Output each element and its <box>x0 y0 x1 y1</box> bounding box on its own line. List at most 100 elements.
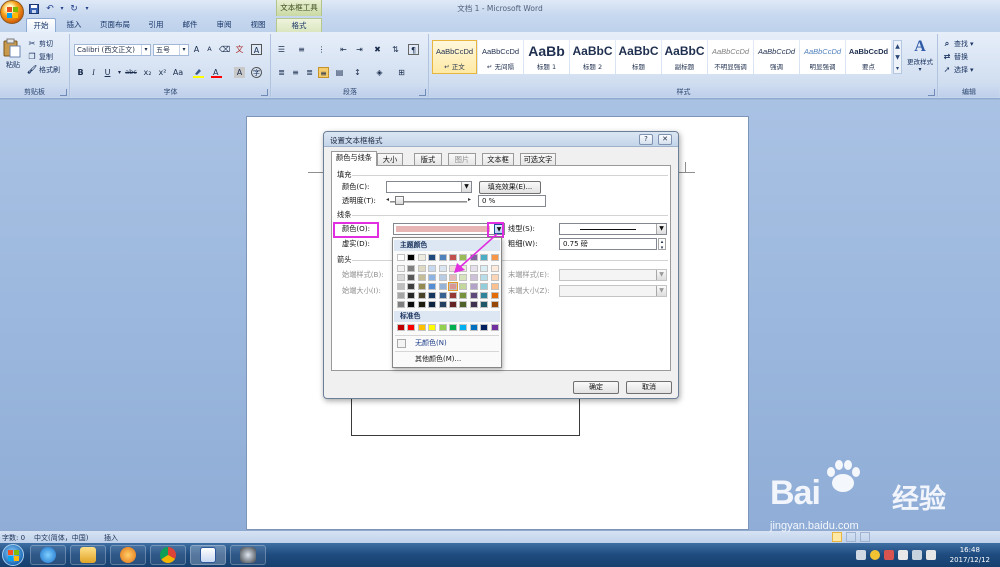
ok-button[interactable]: 确定 <box>573 381 619 394</box>
network-icon[interactable] <box>912 550 922 560</box>
style-card-intense-emphasis[interactable]: AaBbCcDd 明显强调 <box>800 40 845 74</box>
numbering-icon[interactable]: ≡ <box>296 44 307 55</box>
theme-shade-swatch[interactable] <box>428 265 437 272</box>
superscript-button[interactable]: x² <box>156 67 169 78</box>
borders-icon[interactable]: ⊞ <box>396 67 407 78</box>
tab-format[interactable]: 格式 <box>276 18 322 32</box>
theme-shade-swatch[interactable] <box>438 283 447 290</box>
volume-icon[interactable] <box>926 550 936 560</box>
enclose-char-icon[interactable]: 字 <box>251 67 262 78</box>
style-card-title[interactable]: AaBbC 标题 <box>616 40 661 74</box>
bullets-icon[interactable]: ☰ <box>276 44 287 55</box>
standard-color-swatch[interactable] <box>469 324 478 331</box>
theme-shade-swatch[interactable] <box>449 292 457 299</box>
theme-shade-swatch[interactable] <box>469 301 478 308</box>
theme-shade-swatch[interactable] <box>490 283 499 290</box>
theme-shade-swatch[interactable] <box>397 292 405 299</box>
theme-shade-swatch[interactable] <box>397 265 405 272</box>
paragraph-launcher-icon[interactable] <box>419 89 426 96</box>
dropdown-arrow-icon[interactable]: ▾ <box>59 2 65 15</box>
chevron-down-icon[interactable]: ▾ <box>179 45 188 55</box>
dialog-titlebar[interactable]: 设置文本框格式 ? ✕ <box>324 132 678 147</box>
change-styles-button[interactable]: A 更改样式 ▾ <box>904 38 936 78</box>
fill-color-dropdown[interactable]: ▼ <box>386 181 472 193</box>
bold-button[interactable]: B <box>75 67 86 78</box>
tab-insert[interactable]: 插入 <box>60 18 88 32</box>
font-name-combo[interactable]: Calibri (西文正文) ▾ <box>74 44 151 56</box>
word-count[interactable]: 字数: 0 <box>2 533 25 543</box>
format-painter-button[interactable]: 🖌 格式刷 <box>27 64 60 76</box>
theme-shade-swatch[interactable] <box>428 274 437 281</box>
style-card-subtitle[interactable]: AaBbC 副标题 <box>662 40 707 74</box>
theme-shade-swatch[interactable] <box>417 265 426 272</box>
shading-icon[interactable]: ◈ <box>374 67 385 78</box>
close-icon[interactable]: ✕ <box>658 134 672 145</box>
save-icon[interactable] <box>27 2 41 15</box>
underline-button[interactable]: U <box>102 67 113 78</box>
fill-effects-button[interactable]: 填充效果(E)... <box>479 181 541 194</box>
taskbar-camera[interactable] <box>230 545 266 565</box>
theme-shade-swatch[interactable] <box>397 301 405 308</box>
language-indicator[interactable]: 中文(简体，中国) <box>34 533 88 543</box>
tab-alt-text[interactable]: 可选文字 <box>520 153 556 165</box>
theme-shade-swatch[interactable] <box>407 292 416 299</box>
italic-button[interactable]: I <box>88 67 99 78</box>
theme-shade-swatch[interactable] <box>417 283 426 290</box>
slider-left-arrow-icon[interactable]: ◂ <box>386 196 389 203</box>
replace-button[interactable]: ⇄ 替换 <box>942 51 968 63</box>
paste-button[interactable]: 粘贴 <box>3 38 23 74</box>
tab-textbox[interactable]: 文本框 <box>482 153 514 165</box>
chevron-down-icon[interactable]: ▾ <box>141 45 150 55</box>
theme-shade-swatch[interactable] <box>469 292 478 299</box>
change-case-button[interactable]: Aa <box>171 67 185 78</box>
show-marks-icon[interactable]: ¶ <box>408 44 419 55</box>
tab-size[interactable]: 大小 <box>377 153 403 165</box>
theme-shade-swatch[interactable] <box>469 283 478 290</box>
theme-shade-swatch[interactable] <box>407 283 416 290</box>
decrease-indent-icon[interactable]: ⇤ <box>338 44 349 55</box>
help-button[interactable]: ? <box>639 134 653 145</box>
tray-app-icon[interactable] <box>870 550 880 560</box>
align-left-icon[interactable]: ≣ <box>276 67 287 78</box>
styles-launcher-icon[interactable] <box>928 89 935 96</box>
shrink-font-icon[interactable]: A <box>204 44 215 55</box>
taskbar-ie[interactable] <box>30 545 66 565</box>
standard-color-swatch[interactable] <box>449 324 457 331</box>
theme-shade-swatch[interactable] <box>397 274 405 281</box>
increase-indent-icon[interactable]: ⇥ <box>354 44 365 55</box>
font-launcher-icon[interactable] <box>261 89 268 96</box>
cancel-button[interactable]: 取消 <box>626 381 672 394</box>
select-button[interactable]: ➚ 选择 ▾ <box>942 64 974 76</box>
more-colors-option[interactable]: 其他颜色(M)... <box>395 353 499 366</box>
line-weight-spinner[interactable]: ▴ ▾ <box>658 238 666 251</box>
standard-color-swatch[interactable] <box>407 324 416 331</box>
sort-icon[interactable]: ⇅ <box>390 44 401 55</box>
cut-button[interactable]: ✂ 剪切 <box>27 38 53 50</box>
start-button[interactable] <box>2 544 24 566</box>
char-shading-icon[interactable]: A <box>234 67 245 78</box>
theme-shade-swatch[interactable] <box>407 265 416 272</box>
transparency-input[interactable]: 0 % <box>478 195 546 207</box>
tray-security-icon[interactable] <box>884 550 894 560</box>
taskbar-explorer[interactable] <box>70 545 106 565</box>
undo-icon[interactable]: ↶ <box>43 2 57 15</box>
standard-color-swatch[interactable] <box>490 324 499 331</box>
tab-home[interactable]: 开始 <box>26 18 56 32</box>
insert-mode-indicator[interactable]: 插入 <box>104 533 118 543</box>
tab-mailings[interactable]: 邮件 <box>176 18 204 32</box>
theme-shade-swatch[interactable] <box>407 301 416 308</box>
theme-color-swatch[interactable] <box>417 254 426 261</box>
theme-shade-swatch[interactable] <box>428 283 437 290</box>
highlight-icon[interactable] <box>193 67 204 78</box>
grow-font-icon[interactable]: A <box>191 44 202 55</box>
char-border-icon[interactable]: A <box>251 44 262 55</box>
chevron-down-icon[interactable]: ▼ <box>656 224 666 234</box>
distribute-icon[interactable]: ▤ <box>334 67 345 78</box>
theme-shade-swatch[interactable] <box>428 301 437 308</box>
slider-right-arrow-icon[interactable]: ▸ <box>468 196 471 203</box>
theme-shade-swatch[interactable] <box>459 292 468 299</box>
standard-color-swatch[interactable] <box>480 324 489 331</box>
style-card-no-spacing[interactable]: AaBbCcDd ↵ 无间隔 <box>478 40 523 74</box>
office-button[interactable] <box>0 0 24 24</box>
line-weight-input[interactable]: 0.75 磅 <box>559 238 657 250</box>
